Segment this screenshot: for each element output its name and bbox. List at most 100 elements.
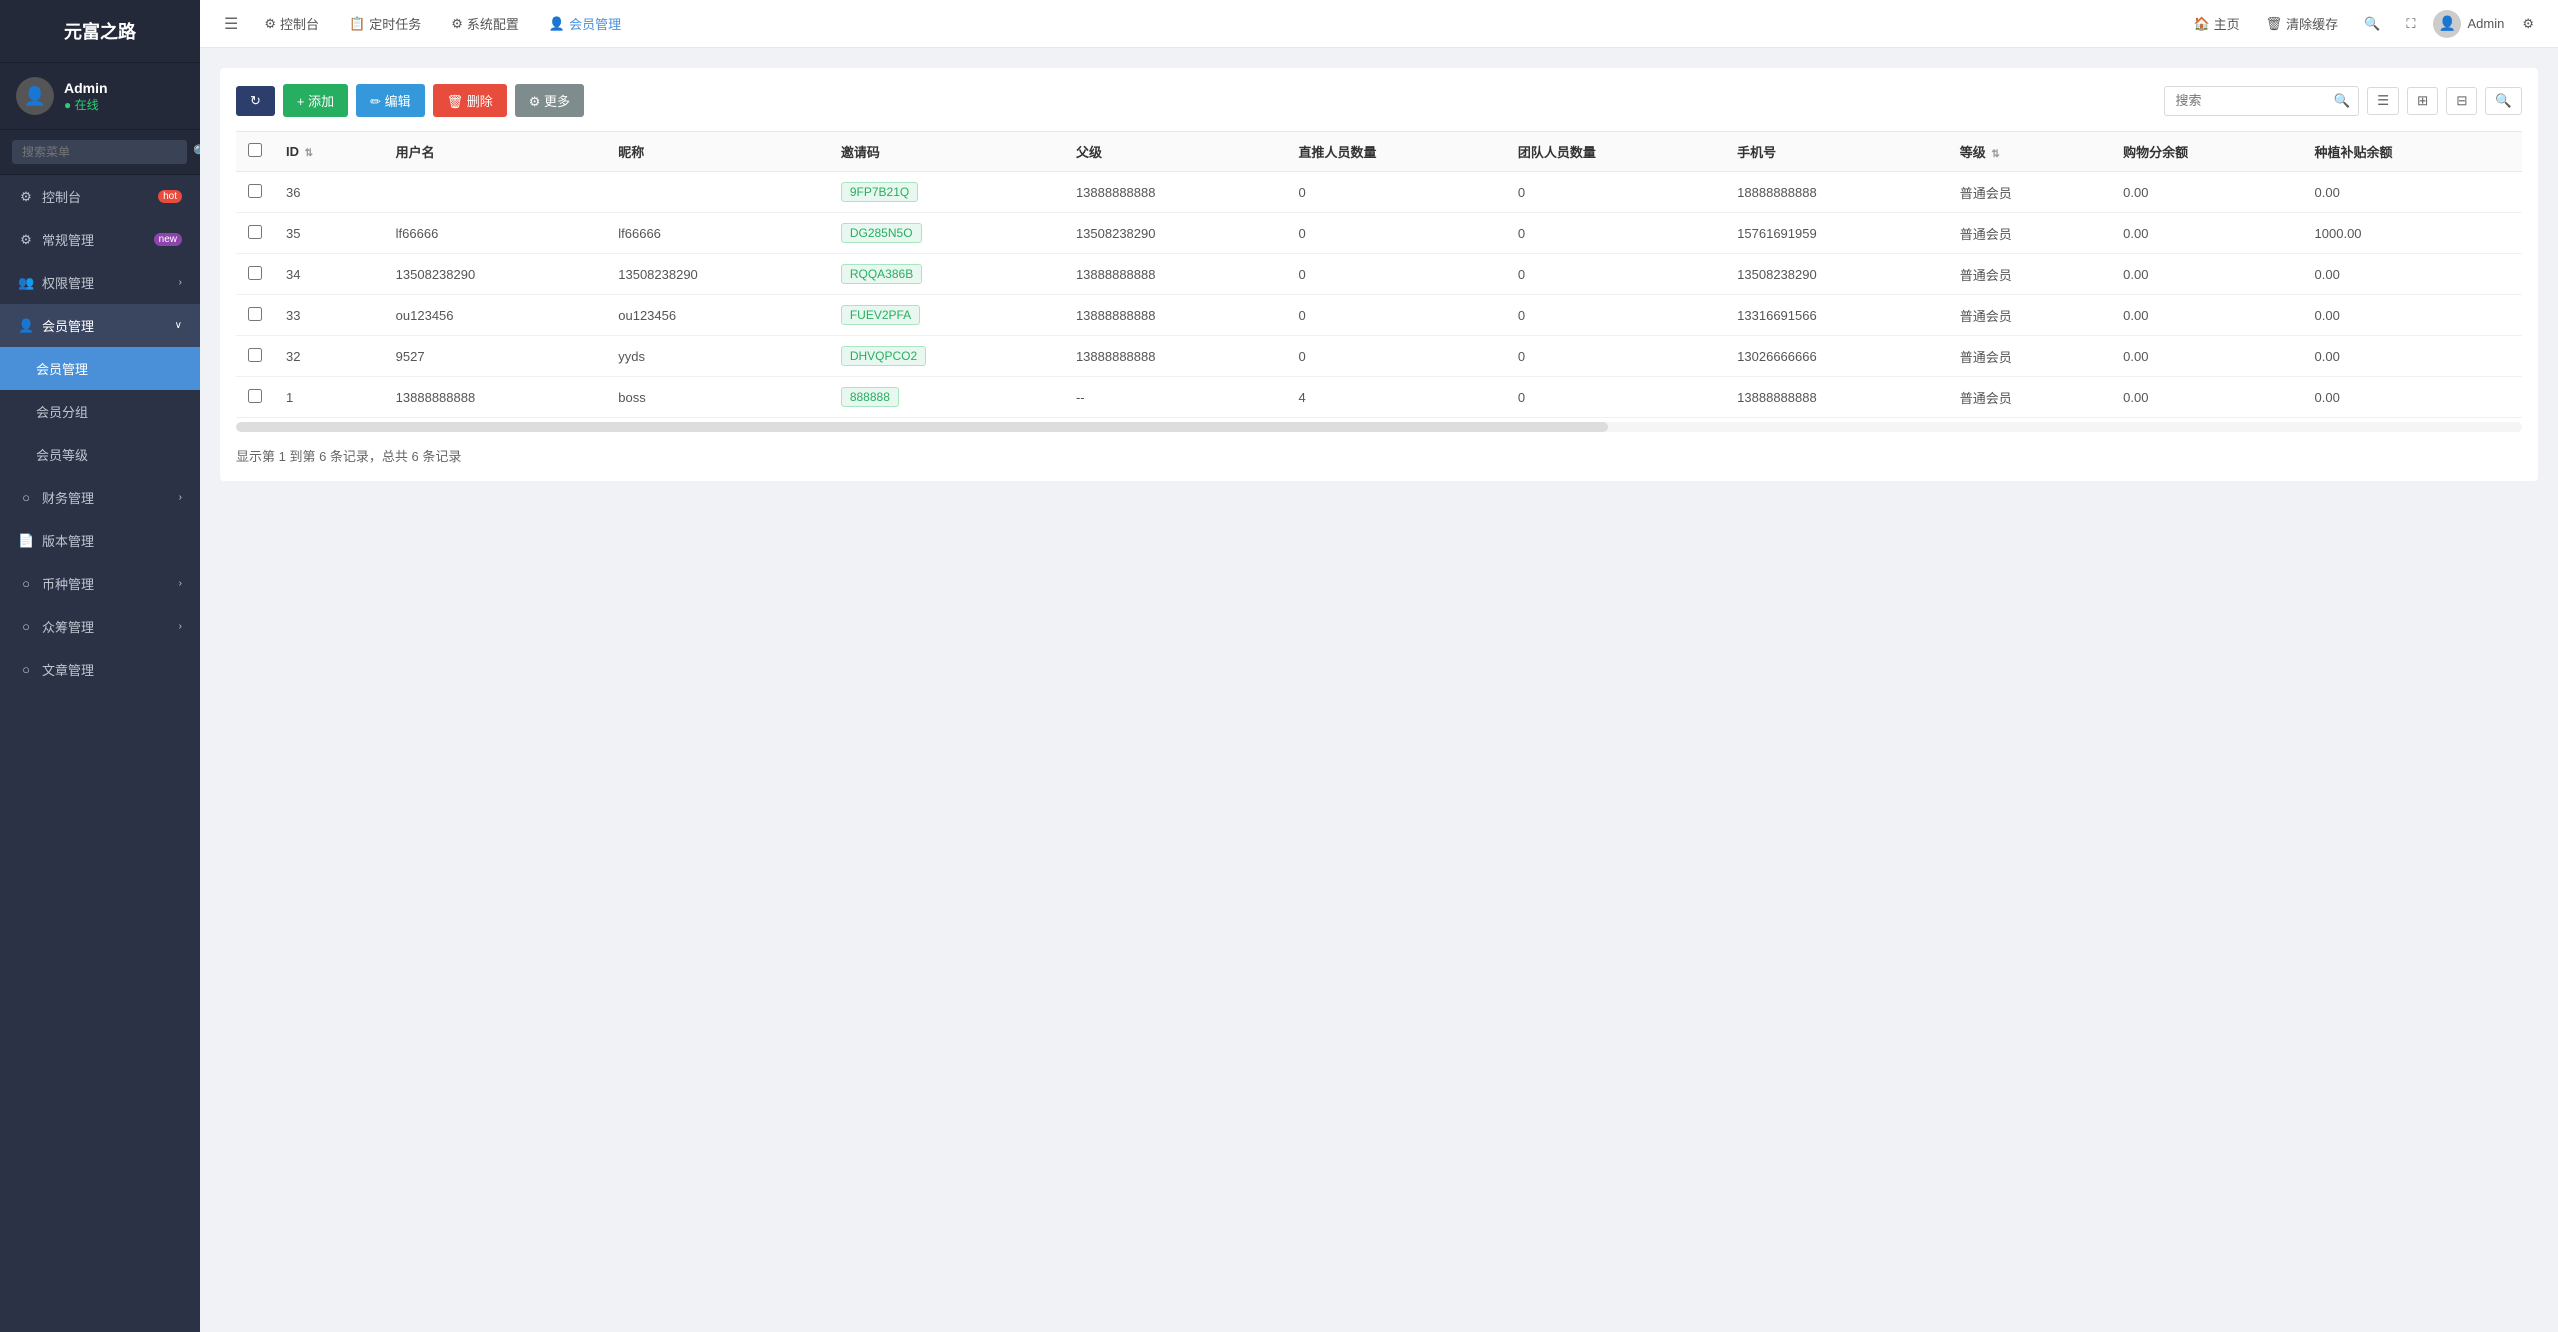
row-id: 33 [274,295,384,336]
row-checkbox [236,172,274,213]
sidebar-item-label: 会员等级 [36,445,88,464]
topnav-fullscreen-btn[interactable]: ⛶ [2398,12,2423,36]
table-header-row: ID ⇅ 用户名 昵称 邀请码 父级 直推人员数量 团队人员数量 手机号 等级 … [236,132,2522,172]
row-username [384,172,607,213]
edit-button[interactable]: ✏ 编辑 [356,84,425,117]
th-phone: 手机号 [1725,132,1948,172]
avatar: 👤 [16,77,54,115]
topnav-settings-btn[interactable]: ⚙ [2514,12,2542,36]
topnav-clear-cache-btn[interactable]: 🗑 清除缓存 [2258,10,2347,37]
row-subsidy-balance: 0.00 [2303,172,2522,213]
row-invite-code: DHVQPCO2 [829,336,1064,377]
topnav-home-btn[interactable]: 🏠 主页 [2185,10,2247,37]
th-id: ID ⇅ [274,132,384,172]
row-direct-count: 0 [1287,295,1506,336]
row-phone: 13316691566 [1725,295,1948,336]
sidebar-search-input[interactable] [12,140,187,164]
sidebar-search-icon[interactable]: 🔍 [193,144,200,160]
dashboard-nav-icon: ⚙ [264,16,276,32]
row-shopping-balance: 0.00 [2111,295,2302,336]
delete-button[interactable]: 🗑 删除 [433,84,507,117]
table-view-button[interactable]: ☰ [2367,87,2399,115]
row-phone: 13888888888 [1725,377,1948,418]
topnav-sysconfig[interactable]: ⚙ 系统配置 [439,8,531,39]
topnav-schedule-label: 定时任务 [369,14,421,33]
more-button[interactable]: ⚙ 更多 [515,84,584,117]
main-wrapper: ☰ ⚙ 控制台 📋 定时任务 ⚙ 系统配置 👤 会员管理 🏠 主页 🗑 清除缓存 [200,0,2558,1332]
menu-toggle-icon[interactable]: ☰ [216,10,246,38]
data-table: ID ⇅ 用户名 昵称 邀请码 父级 直推人员数量 团队人员数量 手机号 等级 … [236,131,2522,418]
table-scrollbar[interactable] [236,422,2522,432]
row-direct-count: 0 [1287,336,1506,377]
trash-icon: 🗑 [2266,16,2283,32]
th-shopping-balance: 购物分余额 [2111,132,2302,172]
row-invite-code: 888888 [829,377,1064,418]
row-select-checkbox[interactable] [248,389,262,403]
member-nav-icon: 👤 [549,16,565,32]
finance-icon: ○ [18,490,34,505]
row-select-checkbox[interactable] [248,307,262,321]
row-level: 普通会员 [1948,254,2111,295]
home-icon: 🏠 [2193,16,2209,32]
admin-avatar: 👤 [2433,10,2461,38]
topnav-schedule[interactable]: 📋 定时任务 [337,8,433,39]
row-team-count: 0 [1506,295,1725,336]
row-direct-count: 4 [1287,377,1506,418]
sidebar-item-label: 众筹管理 [42,617,94,636]
sidebar-item-general[interactable]: ⚙ 常规管理 new [0,218,200,261]
toolbar: ↻ + 添加 ✏ 编辑 🗑 删除 ⚙ 更多 🔍 ☰ ⊞ ⊟ 🔍 [236,84,2522,117]
row-checkbox [236,336,274,377]
row-select-checkbox[interactable] [248,348,262,362]
grid-view-button[interactable]: ⊞ [2407,87,2438,115]
sidebar-item-member-level[interactable]: 会员等级 [0,433,200,476]
sidebar-item-finance[interactable]: ○ 财务管理 › [0,476,200,519]
sort-icon[interactable]: ⇅ [305,148,313,159]
sidebar-item-member-mgmt[interactable]: 会员管理 [0,347,200,390]
content-panel: ↻ + 添加 ✏ 编辑 🗑 删除 ⚙ 更多 🔍 ☰ ⊞ ⊟ 🔍 [220,68,2538,481]
row-checkbox [236,295,274,336]
row-subsidy-balance: 1000.00 [2303,213,2522,254]
table-row: 32 9527 yyds DHVQPCO2 13888888888 0 0 13… [236,336,2522,377]
filter-button[interactable]: ⊟ [2446,87,2477,115]
topnav-admin: 👤 Admin [2433,10,2504,38]
sidebar-item-article[interactable]: ○ 文章管理 [0,648,200,691]
sidebar-item-currency[interactable]: ○ 币种管理 › [0,562,200,605]
search-button[interactable]: 🔍 [2325,87,2358,115]
sidebar-item-label: 会员管理 [42,316,94,335]
refresh-button[interactable]: ↻ [236,86,275,116]
sidebar-item-label: 常规管理 [42,230,94,249]
row-checkbox [236,213,274,254]
topnav: ☰ ⚙ 控制台 📋 定时任务 ⚙ 系统配置 👤 会员管理 🏠 主页 🗑 清除缓存 [200,0,2558,48]
sidebar-item-permission[interactable]: 👥 权限管理 › [0,261,200,304]
sidebar-item-label: 权限管理 [42,273,94,292]
row-subsidy-balance: 0.00 [2303,336,2522,377]
column-settings-button[interactable]: 🔍 [2485,87,2522,115]
search-input[interactable] [2165,87,2325,114]
sidebar-item-crowdfund[interactable]: ○ 众筹管理 › [0,605,200,648]
row-subsidy-balance: 0.00 [2303,254,2522,295]
topnav-search-btn[interactable]: 🔍 [2356,12,2388,36]
sidebar-item-member-group[interactable]: 会员分组 [0,390,200,433]
settings-icon: ⚙ [2522,16,2534,32]
row-nickname: lf66666 [606,213,829,254]
row-shopping-balance: 0.00 [2111,213,2302,254]
sidebar-item-dashboard[interactable]: ⚙ 控制台 hot [0,175,200,218]
sidebar-item-version[interactable]: 📄 版本管理 [0,519,200,562]
currency-icon: ○ [18,576,34,591]
row-phone: 13026666666 [1725,336,1948,377]
user-status: 在线 [64,96,108,113]
row-select-checkbox[interactable] [248,266,262,280]
add-button[interactable]: + 添加 [283,84,348,117]
sidebar-nav: ⚙ 控制台 hot ⚙ 常规管理 new 👥 权限管理 › 👤 会员管理 ∨ 会… [0,175,200,1332]
row-subsidy-balance: 0.00 [2303,295,2522,336]
topnav-member[interactable]: 👤 会员管理 [537,8,633,39]
sort-icon-level[interactable]: ⇅ [1991,149,1999,160]
select-all-checkbox[interactable] [248,143,262,157]
sidebar-item-member-parent[interactable]: 👤 会员管理 ∨ [0,304,200,347]
row-shopping-balance: 0.00 [2111,377,2302,418]
row-select-checkbox[interactable] [248,225,262,239]
row-id: 36 [274,172,384,213]
topnav-dashboard[interactable]: ⚙ 控制台 [252,8,331,39]
row-select-checkbox[interactable] [248,184,262,198]
topnav-right: 🏠 主页 🗑 清除缓存 🔍 ⛶ 👤 Admin ⚙ [2185,10,2542,38]
